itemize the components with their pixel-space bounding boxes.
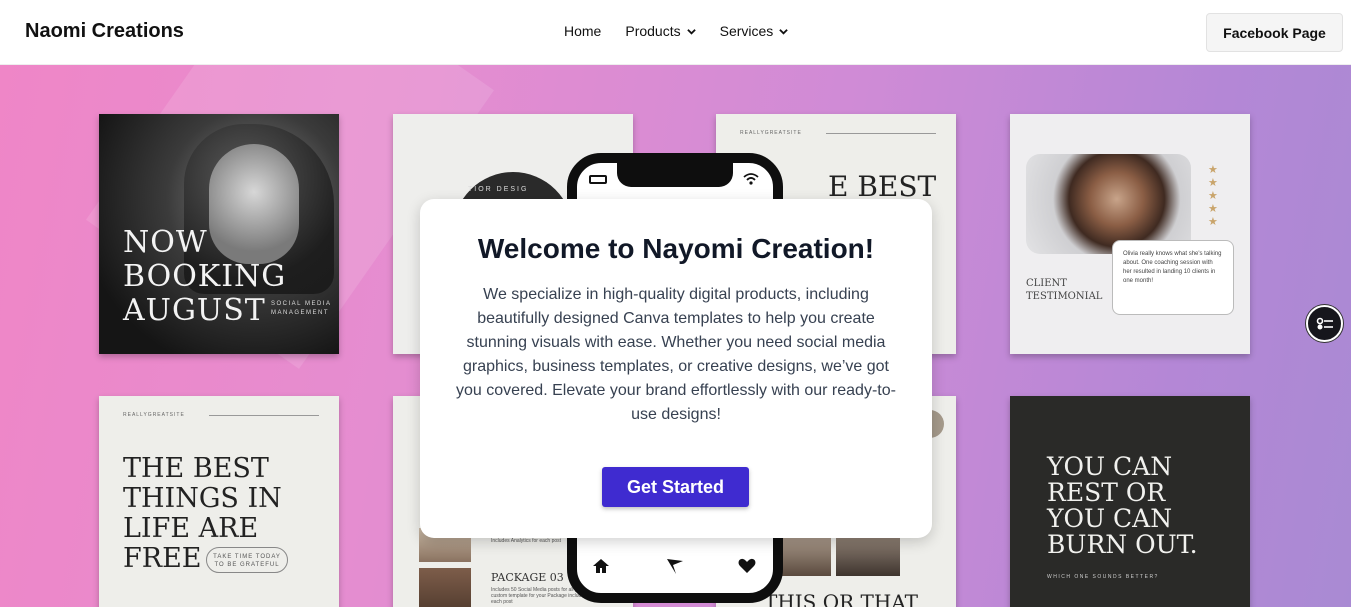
card-label: CLIENT TESTIMONIAL: [1026, 278, 1103, 302]
card-image: [419, 568, 471, 607]
brand-logo[interactable]: Naomi Creations: [25, 20, 184, 43]
card-image: [776, 532, 831, 576]
card-title: THIS OR THAT: [764, 590, 919, 607]
facebook-page-button[interactable]: Facebook Page: [1206, 13, 1343, 52]
card-subtext: WHICH ONE SOUNDS BETTER?: [1047, 574, 1159, 580]
card-pill: TAKE TIME TODAY TO BE GRATEFUL: [206, 547, 288, 573]
nav-products-label: Products: [625, 23, 681, 39]
card-subtext: SOCIAL MEDIA MANAGEMENT: [271, 301, 332, 316]
template-card-burn-out[interactable]: YOU CAN REST OR YOU CAN BURN OUT. WHICH …: [1010, 396, 1250, 607]
nav-products[interactable]: Products: [625, 23, 696, 39]
card-site-label: REALLYGREATSITE: [123, 412, 185, 418]
nav-services-label: Services: [719, 23, 774, 39]
card-headline: NOW BOOKING AUGUST: [123, 225, 287, 328]
heart-icon[interactable]: [737, 556, 757, 576]
divider: [209, 415, 319, 416]
template-card-testimonial[interactable]: ★ ★ ★ ★ ★ CLIENT TESTIMONIAL Olivia real…: [1010, 114, 1250, 354]
wifi-icon: [743, 173, 759, 185]
circle-badge-text: TIOR DESIG: [468, 186, 529, 193]
rating-stars-icon: ★ ★ ★ ★ ★: [1208, 164, 1218, 228]
welcome-card: Welcome to Nayomi Creation! We specializ…: [420, 199, 932, 538]
home-icon[interactable]: [591, 556, 611, 576]
main-nav: Home Products Services: [564, 23, 789, 39]
nav-home-label: Home: [564, 23, 602, 39]
card-text-line: Includes Analytics for each post: [491, 538, 562, 544]
welcome-heading: Welcome to Nayomi Creation!: [477, 233, 875, 264]
package-title: PACKAGE 03: [491, 571, 564, 584]
testimonial-quote: Olivia really knows what she's talking a…: [1112, 240, 1234, 315]
accessibility-settings-icon: [1316, 317, 1333, 329]
nav-services[interactable]: Services: [720, 23, 789, 39]
get-started-button[interactable]: Get Started: [602, 467, 749, 507]
chevron-down-icon: [779, 28, 789, 35]
card-image: [836, 532, 900, 576]
site-header: Naomi Creations Home Products Services F…: [0, 0, 1351, 65]
welcome-body: We specialize in high-quality digital pr…: [456, 286, 896, 423]
accessibility-settings-button[interactable]: [1306, 305, 1343, 342]
battery-icon: [589, 175, 607, 184]
testimonial-photo: [1026, 154, 1191, 254]
template-card-now-booking[interactable]: NOW BOOKING AUGUST SOCIAL MEDIA MANAGEME…: [99, 114, 339, 354]
phone-notch: [617, 161, 733, 187]
divider: [826, 133, 936, 134]
send-icon[interactable]: [665, 556, 685, 576]
card-site-label: REALLYGREATSITE: [740, 130, 802, 136]
template-card-best-things[interactable]: REALLYGREATSITE THE BEST THINGS IN LIFE …: [99, 396, 339, 607]
nav-home[interactable]: Home: [564, 23, 601, 39]
chevron-down-icon: [686, 28, 696, 35]
card-title: YOU CAN REST OR YOU CAN BURN OUT.: [1047, 452, 1198, 559]
